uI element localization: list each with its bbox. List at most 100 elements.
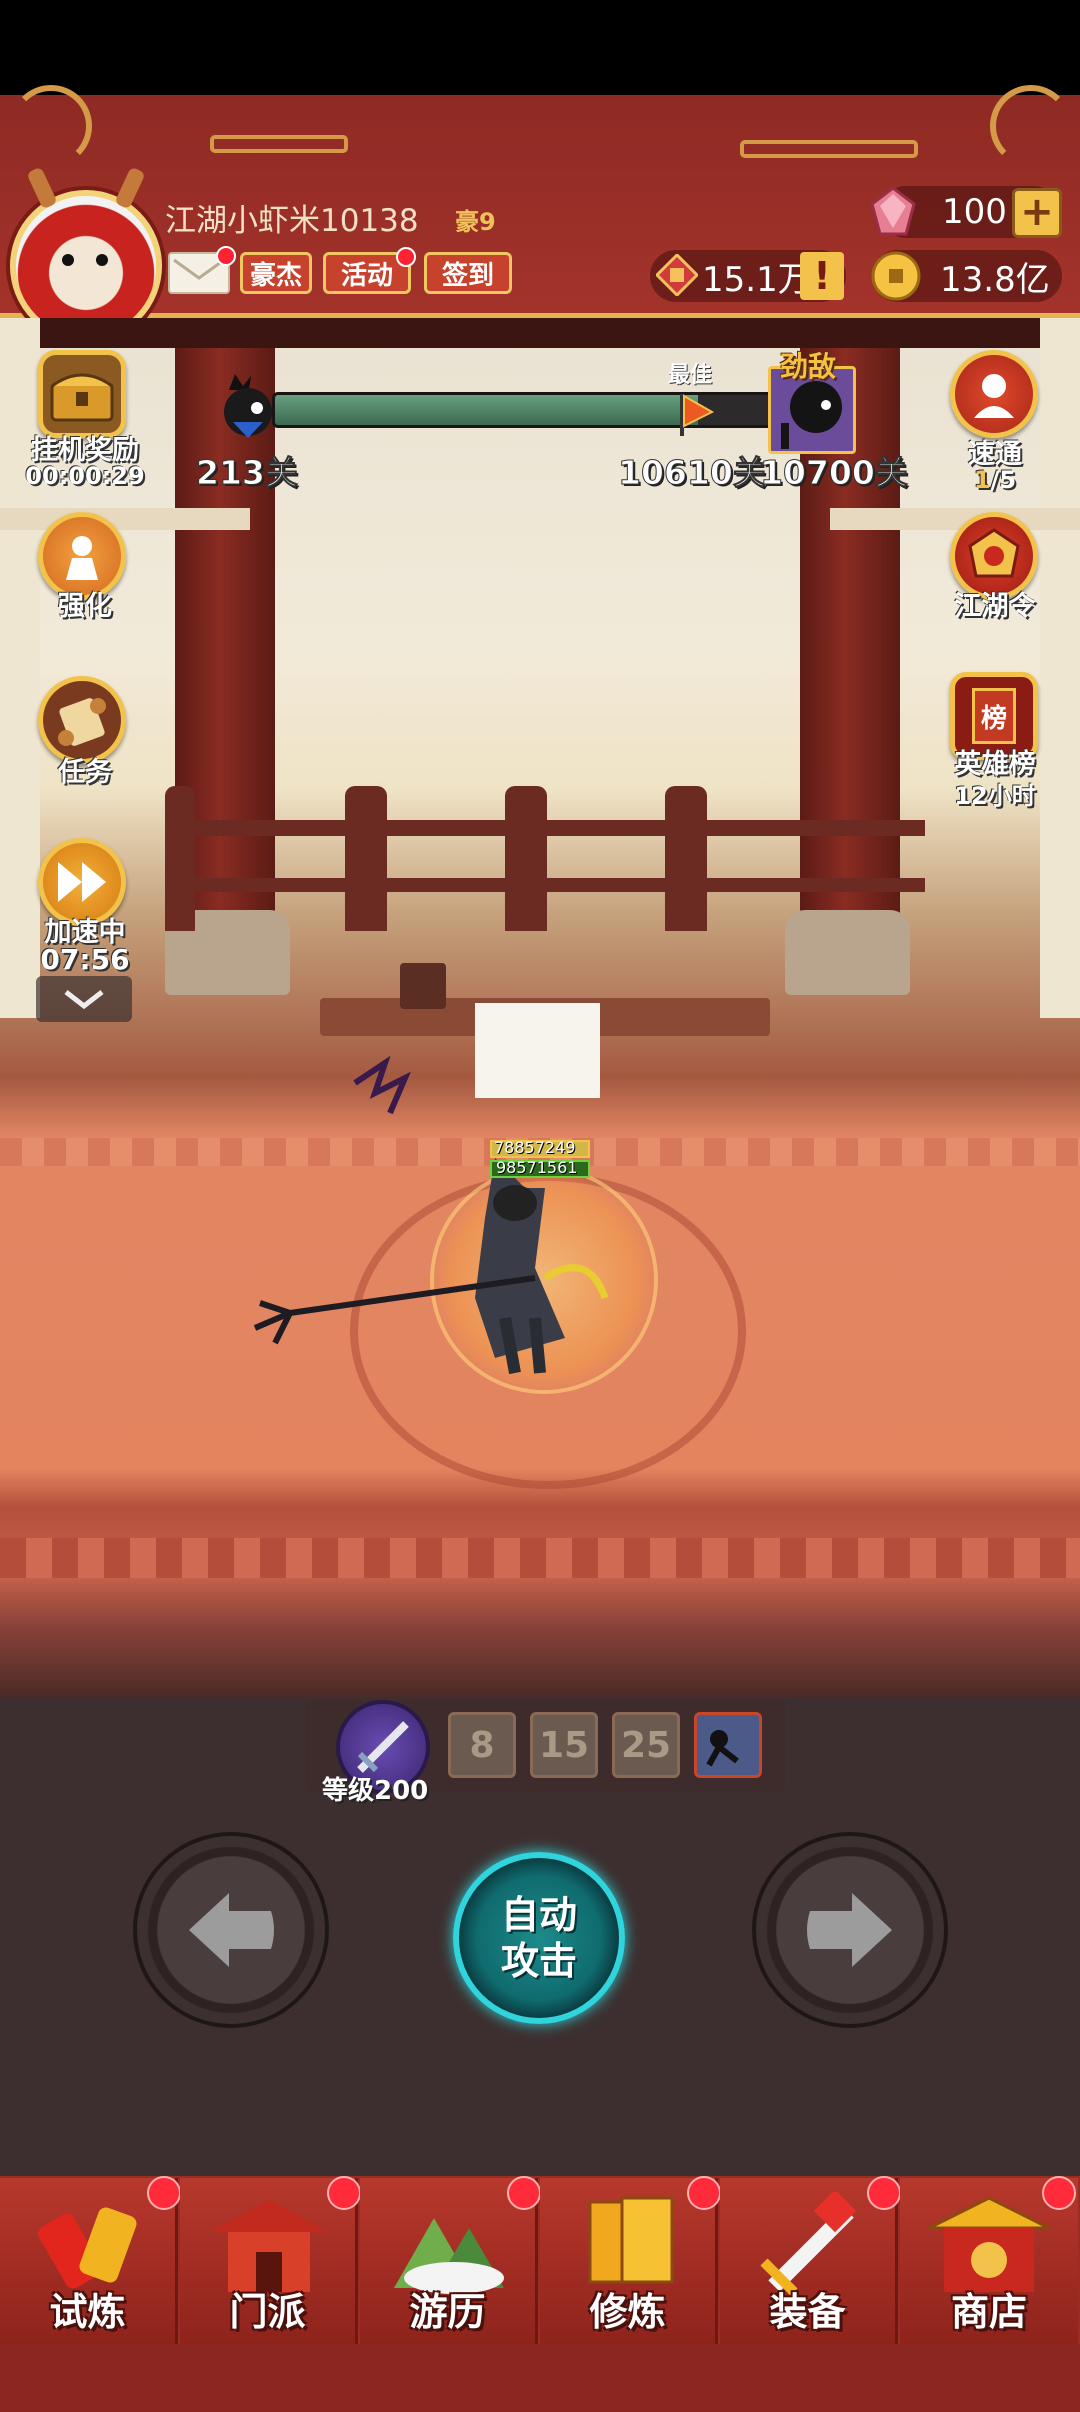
paper-sheet (475, 1003, 600, 1098)
activity-notification-dot (396, 247, 416, 267)
scroll-icon (58, 698, 106, 746)
cloud-ornament (210, 135, 348, 153)
skill-slot-locked[interactable]: 25 (612, 1712, 680, 1778)
nav-shop[interactable]: 商店 (900, 2176, 1078, 2344)
cloud-ornament (10, 85, 92, 167)
nav-shop-label: 商店 (950, 2290, 1027, 2334)
hp-bar: 78857249 (490, 1138, 590, 1158)
best-stage: 10610关 (618, 453, 767, 493)
nav-equipment-label: 装备 (769, 2290, 846, 2334)
nav-trial-dot (147, 2176, 181, 2210)
railing-post (345, 786, 387, 931)
dark-effect (345, 1043, 425, 1123)
sweep-count-total: /5 (990, 466, 1017, 494)
best-flag-icon (676, 390, 716, 438)
shield-value: 98571561 (496, 1158, 578, 1177)
mail-notification-dot (216, 246, 236, 266)
cloud-ornament (990, 85, 1072, 167)
nav-shop-dot (1042, 2176, 1076, 2210)
treasure-chest-icon (50, 373, 114, 422)
pillar-base (785, 910, 910, 995)
activity-label: 活动 (340, 260, 393, 291)
nav-trial[interactable]: 试炼 (0, 2176, 181, 2344)
battle-scene: 78857249 98571561 (0, 318, 1080, 1698)
collapse-menu-button[interactable] (36, 976, 132, 1022)
skill-slot-active[interactable] (694, 1712, 762, 1778)
sweep-count: 1/5 (935, 466, 1055, 494)
stage-progress-fill (275, 395, 699, 425)
jianghu-order-label: 江湖令 (954, 591, 1036, 622)
nav-travel[interactable]: 游历 (360, 2176, 541, 2344)
hp-value: 78857249 (494, 1138, 576, 1157)
brush-holder (400, 963, 446, 1009)
honor-icon (654, 252, 700, 298)
gem-value: 100 (942, 192, 1007, 232)
nav-trial-label: 试炼 (49, 2290, 126, 2334)
idle-reward-button[interactable] (38, 350, 126, 438)
auto-attack-label: 自动攻击 (500, 1893, 577, 1983)
best-label: 最佳 (668, 363, 713, 388)
nav-sect[interactable]: 门派 (180, 2176, 361, 2344)
signin-button[interactable]: 签到 (424, 252, 512, 294)
nav-equipment[interactable]: 装备 (720, 2176, 901, 2344)
speedup-timer: 07:56 (40, 943, 130, 976)
activity-button[interactable]: 活动 (323, 247, 416, 294)
nav-cultivate-label: 修炼 (589, 2290, 666, 2334)
nav-sect-dot (327, 2176, 361, 2210)
vip-badge: 豪9 (455, 208, 496, 236)
shield-bar: 98571561 (490, 1158, 590, 1178)
avatar-eye (96, 254, 108, 266)
auto-attack-button[interactable]: 自动攻击 (453, 1852, 625, 2024)
side-wall (1040, 318, 1080, 1018)
railing-post (165, 786, 195, 931)
nav-cultivate-dot (687, 2176, 721, 2210)
beam (830, 508, 1080, 530)
hero-button[interactable]: 豪杰 (240, 252, 312, 294)
nav-footer (0, 2344, 1080, 2412)
beam (0, 508, 250, 530)
sweep-figure-icon (974, 374, 1014, 418)
boss-stage: 10700关 (760, 453, 909, 493)
chevron-down-icon (64, 990, 104, 1010)
nav-sect-label: 门派 (229, 2290, 306, 2334)
move-right-button[interactable] (752, 1832, 948, 2028)
roof-beam (0, 318, 1080, 348)
gold-coin-icon (870, 250, 922, 302)
fast-forward-icon (58, 862, 106, 902)
sweep-count-current: 1 (973, 466, 991, 494)
skill-figure-icon (706, 1730, 739, 1767)
trident-weapon (250, 1268, 540, 1348)
hero-rank-sub: 12小时 (954, 782, 1036, 810)
arrow-left-icon (189, 1893, 274, 1967)
mail-button[interactable] (168, 246, 236, 294)
gold-value: 13.8亿 (940, 259, 1050, 300)
skill-level-label: 等级200 (322, 1776, 429, 1806)
cloud-ornament (740, 140, 918, 158)
status-bar (0, 0, 1080, 95)
add-gems-button[interactable]: + (1012, 188, 1062, 238)
gem-icon (868, 186, 918, 238)
strengthen-icon (66, 536, 98, 580)
arrow-right-icon (807, 1893, 892, 1967)
nav-cultivate[interactable]: 修炼 (540, 2176, 721, 2344)
order-token-icon (968, 528, 1020, 578)
nav-travel-label: 游历 (409, 2290, 486, 2334)
railing-post (505, 786, 547, 931)
railing-post (665, 786, 707, 931)
quest-label: 任务 (58, 757, 112, 788)
avatar-eye (62, 254, 74, 266)
nav-travel-dot (507, 2176, 541, 2210)
current-stage: 213关 (196, 453, 299, 493)
sweep-button[interactable] (950, 350, 1038, 438)
player-name: 江湖小虾米10138 (165, 203, 419, 239)
move-left-button[interactable] (133, 1832, 329, 2028)
skill-slot-locked[interactable]: 8 (448, 1712, 516, 1778)
honor-value: 15.1万 (702, 259, 812, 300)
hero-rank-banner: 榜 (972, 688, 1016, 744)
boss-label: 劲敌 (780, 350, 837, 383)
honor-alert-button[interactable]: ! (800, 252, 844, 300)
floor-pattern (0, 1538, 1080, 1578)
idle-reward-timer: 00:00:29 (25, 462, 145, 490)
skill-slot-locked[interactable]: 15 (530, 1712, 598, 1778)
nav-equipment-dot (867, 2176, 901, 2210)
